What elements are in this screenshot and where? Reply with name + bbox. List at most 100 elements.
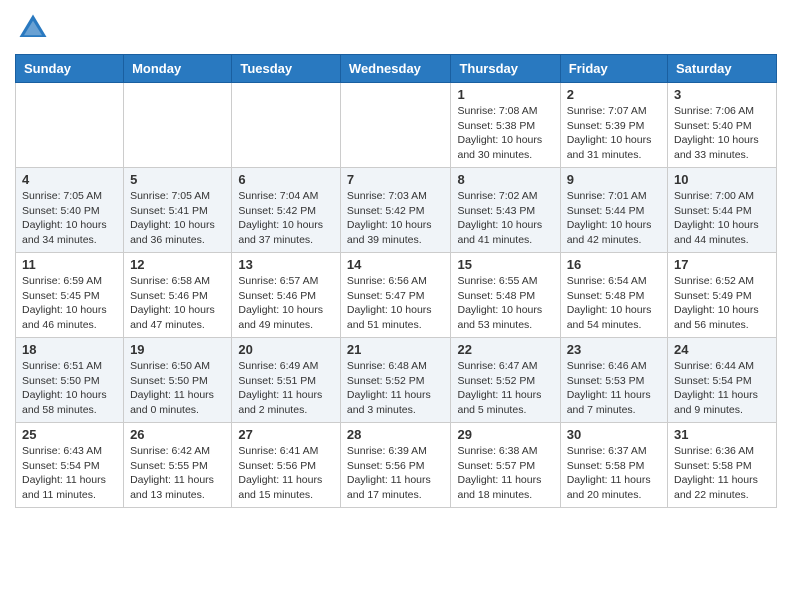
day-number: 4 bbox=[22, 172, 117, 187]
calendar-table: SundayMondayTuesdayWednesdayThursdayFrid… bbox=[15, 54, 777, 508]
day-info: Sunrise: 6:47 AM Sunset: 5:52 PM Dayligh… bbox=[457, 359, 553, 418]
day-number: 15 bbox=[457, 257, 553, 272]
day-of-week-header: Friday bbox=[560, 55, 667, 83]
day-number: 21 bbox=[347, 342, 445, 357]
calendar-week-row: 1 Sunrise: 7:08 AM Sunset: 5:38 PM Daylig… bbox=[16, 83, 777, 168]
calendar-week-row: 11 Sunrise: 6:59 AM Sunset: 5:45 PM Dayli… bbox=[16, 253, 777, 338]
calendar-cell: 18 Sunrise: 6:51 AM Sunset: 5:50 PM Dayli… bbox=[16, 338, 124, 423]
day-info: Sunrise: 7:06 AM Sunset: 5:40 PM Dayligh… bbox=[674, 104, 770, 163]
calendar-cell: 5 Sunrise: 7:05 AM Sunset: 5:41 PM Daylig… bbox=[124, 168, 232, 253]
calendar-week-row: 4 Sunrise: 7:05 AM Sunset: 5:40 PM Daylig… bbox=[16, 168, 777, 253]
day-number: 16 bbox=[567, 257, 661, 272]
day-info: Sunrise: 6:43 AM Sunset: 5:54 PM Dayligh… bbox=[22, 444, 117, 503]
calendar-cell bbox=[124, 83, 232, 168]
day-info: Sunrise: 7:01 AM Sunset: 5:44 PM Dayligh… bbox=[567, 189, 661, 248]
calendar-cell: 4 Sunrise: 7:05 AM Sunset: 5:40 PM Daylig… bbox=[16, 168, 124, 253]
day-number: 2 bbox=[567, 87, 661, 102]
calendar-cell: 3 Sunrise: 7:06 AM Sunset: 5:40 PM Daylig… bbox=[668, 83, 777, 168]
day-info: Sunrise: 6:52 AM Sunset: 5:49 PM Dayligh… bbox=[674, 274, 770, 333]
logo bbox=[15, 10, 55, 46]
calendar-cell: 27 Sunrise: 6:41 AM Sunset: 5:56 PM Dayli… bbox=[232, 423, 341, 508]
day-info: Sunrise: 6:57 AM Sunset: 5:46 PM Dayligh… bbox=[238, 274, 334, 333]
calendar-week-row: 25Sunrise: 6:43 AM Sunset: 5:54 PM Dayli… bbox=[16, 423, 777, 508]
day-number: 18 bbox=[22, 342, 117, 357]
calendar-week-row: 18 Sunrise: 6:51 AM Sunset: 5:50 PM Dayli… bbox=[16, 338, 777, 423]
day-number: 9 bbox=[567, 172, 661, 187]
calendar-cell: 9 Sunrise: 7:01 AM Sunset: 5:44 PM Daylig… bbox=[560, 168, 667, 253]
day-info: Sunrise: 6:38 AM Sunset: 5:57 PM Dayligh… bbox=[457, 444, 553, 503]
day-info: Sunrise: 6:51 AM Sunset: 5:50 PM Dayligh… bbox=[22, 359, 117, 418]
day-of-week-header: Sunday bbox=[16, 55, 124, 83]
day-info: Sunrise: 6:59 AM Sunset: 5:45 PM Dayligh… bbox=[22, 274, 117, 333]
day-of-week-header: Monday bbox=[124, 55, 232, 83]
day-info: Sunrise: 6:41 AM Sunset: 5:56 PM Dayligh… bbox=[238, 444, 334, 503]
calendar-cell: 24Sunrise: 6:44 AM Sunset: 5:54 PM Dayli… bbox=[668, 338, 777, 423]
day-number: 23 bbox=[567, 342, 661, 357]
day-of-week-header: Saturday bbox=[668, 55, 777, 83]
day-info: Sunrise: 6:39 AM Sunset: 5:56 PM Dayligh… bbox=[347, 444, 445, 503]
day-number: 5 bbox=[130, 172, 225, 187]
day-number: 29 bbox=[457, 427, 553, 442]
day-number: 27 bbox=[238, 427, 334, 442]
calendar-cell bbox=[232, 83, 341, 168]
day-number: 8 bbox=[457, 172, 553, 187]
day-number: 14 bbox=[347, 257, 445, 272]
day-number: 10 bbox=[674, 172, 770, 187]
day-info: Sunrise: 6:58 AM Sunset: 5:46 PM Dayligh… bbox=[130, 274, 225, 333]
calendar-cell: 29 Sunrise: 6:38 AM Sunset: 5:57 PM Dayli… bbox=[451, 423, 560, 508]
calendar-cell: 15 Sunrise: 6:55 AM Sunset: 5:48 PM Dayli… bbox=[451, 253, 560, 338]
day-number: 22 bbox=[457, 342, 553, 357]
calendar-cell: 20Sunrise: 6:49 AM Sunset: 5:51 PM Dayli… bbox=[232, 338, 341, 423]
day-info: Sunrise: 6:49 AM Sunset: 5:51 PM Dayligh… bbox=[238, 359, 334, 418]
day-info: Sunrise: 6:55 AM Sunset: 5:48 PM Dayligh… bbox=[457, 274, 553, 333]
day-info: Sunrise: 6:46 AM Sunset: 5:53 PM Dayligh… bbox=[567, 359, 661, 418]
calendar-cell: 19 Sunrise: 6:50 AM Sunset: 5:50 PM Dayli… bbox=[124, 338, 232, 423]
day-info: Sunrise: 7:04 AM Sunset: 5:42 PM Dayligh… bbox=[238, 189, 334, 248]
calendar-cell: 2Sunrise: 7:07 AM Sunset: 5:39 PM Daylig… bbox=[560, 83, 667, 168]
calendar-cell: 16 Sunrise: 6:54 AM Sunset: 5:48 PM Dayli… bbox=[560, 253, 667, 338]
calendar-cell: 23 Sunrise: 6:46 AM Sunset: 5:53 PM Dayli… bbox=[560, 338, 667, 423]
day-number: 12 bbox=[130, 257, 225, 272]
calendar-cell: 22 Sunrise: 6:47 AM Sunset: 5:52 PM Dayli… bbox=[451, 338, 560, 423]
day-info: Sunrise: 6:56 AM Sunset: 5:47 PM Dayligh… bbox=[347, 274, 445, 333]
calendar-cell bbox=[340, 83, 451, 168]
day-info: Sunrise: 7:05 AM Sunset: 5:41 PM Dayligh… bbox=[130, 189, 225, 248]
calendar-cell: 25Sunrise: 6:43 AM Sunset: 5:54 PM Dayli… bbox=[16, 423, 124, 508]
day-number: 6 bbox=[238, 172, 334, 187]
calendar-cell: 21Sunrise: 6:48 AM Sunset: 5:52 PM Dayli… bbox=[340, 338, 451, 423]
calendar-cell: 31 Sunrise: 6:36 AM Sunset: 5:58 PM Dayli… bbox=[668, 423, 777, 508]
day-number: 30 bbox=[567, 427, 661, 442]
day-info: Sunrise: 7:00 AM Sunset: 5:44 PM Dayligh… bbox=[674, 189, 770, 248]
day-number: 11 bbox=[22, 257, 117, 272]
calendar-cell: 14 Sunrise: 6:56 AM Sunset: 5:47 PM Dayli… bbox=[340, 253, 451, 338]
day-of-week-header: Thursday bbox=[451, 55, 560, 83]
calendar-cell: 12 Sunrise: 6:58 AM Sunset: 5:46 PM Dayli… bbox=[124, 253, 232, 338]
calendar-cell: 11 Sunrise: 6:59 AM Sunset: 5:45 PM Dayli… bbox=[16, 253, 124, 338]
calendar-cell bbox=[16, 83, 124, 168]
calendar-cell: 28 Sunrise: 6:39 AM Sunset: 5:56 PM Dayli… bbox=[340, 423, 451, 508]
day-info: Sunrise: 6:54 AM Sunset: 5:48 PM Dayligh… bbox=[567, 274, 661, 333]
day-info: Sunrise: 7:05 AM Sunset: 5:40 PM Dayligh… bbox=[22, 189, 117, 248]
day-info: Sunrise: 7:02 AM Sunset: 5:43 PM Dayligh… bbox=[457, 189, 553, 248]
day-info: Sunrise: 7:08 AM Sunset: 5:38 PM Dayligh… bbox=[457, 104, 553, 163]
day-number: 1 bbox=[457, 87, 553, 102]
calendar-cell: 13 Sunrise: 6:57 AM Sunset: 5:46 PM Dayli… bbox=[232, 253, 341, 338]
calendar-cell: 30 Sunrise: 6:37 AM Sunset: 5:58 PM Dayli… bbox=[560, 423, 667, 508]
calendar-cell: 7 Sunrise: 7:03 AM Sunset: 5:42 PM Daylig… bbox=[340, 168, 451, 253]
day-number: 19 bbox=[130, 342, 225, 357]
day-info: Sunrise: 6:36 AM Sunset: 5:58 PM Dayligh… bbox=[674, 444, 770, 503]
day-number: 7 bbox=[347, 172, 445, 187]
page-header bbox=[15, 10, 777, 46]
logo-icon bbox=[15, 10, 51, 46]
day-number: 26 bbox=[130, 427, 225, 442]
day-number: 28 bbox=[347, 427, 445, 442]
day-number: 3 bbox=[674, 87, 770, 102]
day-of-week-header: Tuesday bbox=[232, 55, 341, 83]
day-number: 13 bbox=[238, 257, 334, 272]
day-info: Sunrise: 7:03 AM Sunset: 5:42 PM Dayligh… bbox=[347, 189, 445, 248]
day-info: Sunrise: 6:50 AM Sunset: 5:50 PM Dayligh… bbox=[130, 359, 225, 418]
calendar-cell: 1 Sunrise: 7:08 AM Sunset: 5:38 PM Daylig… bbox=[451, 83, 560, 168]
day-number: 31 bbox=[674, 427, 770, 442]
day-number: 17 bbox=[674, 257, 770, 272]
day-info: Sunrise: 6:37 AM Sunset: 5:58 PM Dayligh… bbox=[567, 444, 661, 503]
